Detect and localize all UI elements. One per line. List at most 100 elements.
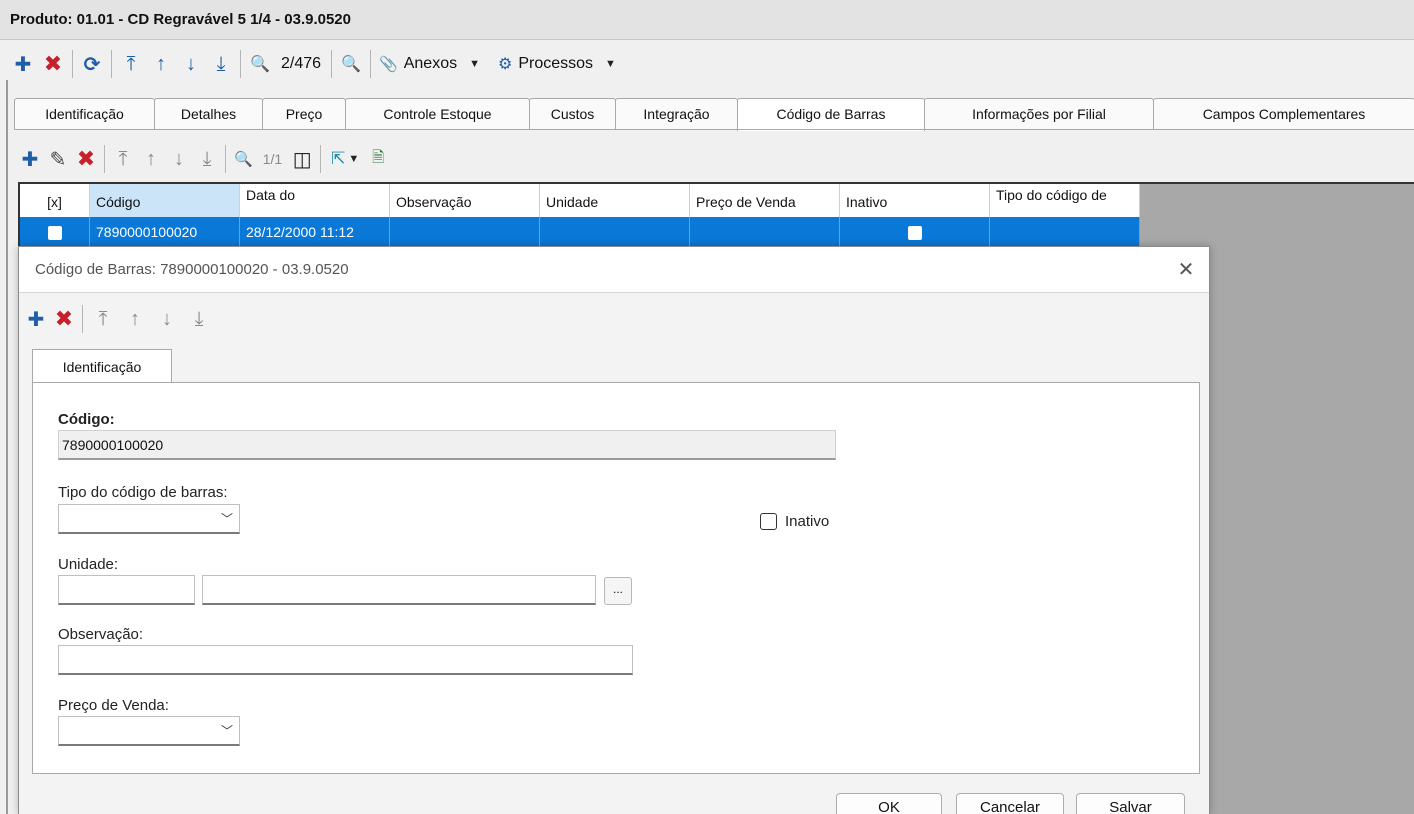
column-header-codigo[interactable]: Código xyxy=(90,184,240,217)
tab-preco[interactable]: Preço xyxy=(262,98,346,130)
cell-preco-venda xyxy=(690,217,840,248)
unidade-description-input[interactable] xyxy=(202,575,596,605)
chevron-down-icon: ﹀ xyxy=(220,724,233,738)
search-icon[interactable]: 🔍 xyxy=(230,144,257,174)
tab-integracao[interactable]: Integração xyxy=(615,98,738,130)
toolbar-separator xyxy=(111,50,112,78)
export-icon: ⇱ xyxy=(331,149,346,168)
dialog-title: Código de Barras: 7890000100020 - 03.9.0… xyxy=(19,247,1209,293)
observacao-input[interactable] xyxy=(58,645,633,675)
window-title: Produto: 01.01 - CD Regravável 5 1/4 - 0… xyxy=(0,0,1414,40)
column-header-unidade[interactable]: Unidade xyxy=(540,184,690,217)
columns-icon[interactable]: ◫ xyxy=(288,144,316,174)
tab-codigo-de-barras[interactable]: Código de Barras xyxy=(737,98,925,131)
barcode-toolbar: ✚ ✎ ✖ ⤒ ↑ ↓ ⤓ 🔍 1/1 ◫ ⇱ ▼ 🗎 xyxy=(16,140,391,178)
dialog-toolbar: ✚ ✖ ⤒ ↑ ↓ ⤓ xyxy=(22,302,215,336)
last-record-icon[interactable]: ⤓ xyxy=(183,304,215,334)
delete-icon[interactable]: ✖ xyxy=(72,144,100,174)
tab-controle-estoque[interactable]: Controle Estoque xyxy=(345,98,530,130)
toolbar-separator xyxy=(72,50,73,78)
save-button[interactable]: Salvar xyxy=(1076,793,1185,814)
row-select-cell[interactable] xyxy=(20,217,90,248)
refresh-icon[interactable]: ⟳ xyxy=(77,49,107,79)
first-record-icon[interactable]: ⤒ xyxy=(109,144,137,174)
export-menu[interactable]: ⇱ ▼ xyxy=(325,144,365,174)
toolbar-separator xyxy=(320,145,322,173)
inativo-checkbox-wrap[interactable]: Inativo xyxy=(760,513,829,530)
unidade-code-input[interactable] xyxy=(58,575,195,605)
add-icon[interactable]: ✚ xyxy=(22,304,50,334)
codigo-field[interactable]: 7890000100020 xyxy=(58,430,836,460)
column-header-tipo-codigo[interactable]: Tipo do código de xyxy=(990,184,1140,217)
add-icon[interactable]: ✚ xyxy=(16,144,44,174)
tab-informacoes-por-filial[interactable]: Informações por Filial xyxy=(924,98,1154,130)
gear-icon: ⚙ xyxy=(498,56,513,73)
column-header-observacao[interactable]: Observação xyxy=(390,184,540,217)
last-record-icon[interactable]: ⤓ xyxy=(193,144,221,174)
close-icon[interactable]: ✕ xyxy=(1175,259,1197,281)
unidade-label: Unidade: xyxy=(58,556,119,573)
toolbar-separator xyxy=(82,305,83,333)
chevron-down-icon: ▼ xyxy=(605,58,616,70)
next-record-icon[interactable]: ↓ xyxy=(176,49,206,79)
previous-record-icon[interactable]: ↑ xyxy=(146,49,176,79)
inativo-label: Inativo xyxy=(785,513,830,530)
chevron-down-icon: ﹀ xyxy=(220,512,233,526)
report-icon[interactable]: 🗎 xyxy=(365,144,391,174)
paperclip-icon: 📎 xyxy=(379,56,398,73)
preco-venda-label: Preço de Venda: xyxy=(58,697,169,714)
ok-button[interactable]: OK xyxy=(836,793,942,814)
codigo-label: Código: xyxy=(58,411,115,428)
tab-identificacao[interactable]: Identificação xyxy=(14,98,155,130)
grid-header: [x] Código Data do Observação Unidade Pr… xyxy=(20,184,1140,217)
tab-custos[interactable]: Custos xyxy=(529,98,616,130)
advanced-search-icon[interactable]: 🔍 xyxy=(336,49,366,79)
main-toolbar: ✚ ✖ ⟳ ⤒ ↑ ↓ ⤓ 🔍 2/476 🔍 📎 Anexos ▼ ⚙ Pro… xyxy=(8,44,620,84)
dialog-tab-identificacao[interactable]: Identificação xyxy=(32,349,172,383)
toolbar-separator xyxy=(240,50,241,78)
delete-icon[interactable]: ✖ xyxy=(38,49,68,79)
column-header-select[interactable]: [x] xyxy=(20,184,90,217)
tipo-codigo-label: Tipo do código de barras: xyxy=(58,484,228,501)
cell-codigo: 7890000100020 xyxy=(90,217,240,248)
inativo-checkbox[interactable] xyxy=(907,226,922,241)
edit-icon[interactable]: ✎ xyxy=(44,144,72,174)
chevron-down-icon: ▼ xyxy=(469,58,480,70)
tab-campos-complementares[interactable]: Campos Complementares xyxy=(1153,98,1414,130)
previous-record-icon[interactable]: ↑ xyxy=(119,304,151,334)
attachments-label: Anexos xyxy=(403,55,458,72)
unidade-lookup-button[interactable]: ... xyxy=(604,577,632,605)
cell-observacao xyxy=(390,217,540,248)
column-header-inativo[interactable]: Inativo xyxy=(840,184,990,217)
next-record-icon[interactable]: ↓ xyxy=(151,304,183,334)
cell-inativo xyxy=(840,217,990,248)
table-row[interactable]: 7890000100020 28/12/2000 11:12 xyxy=(20,217,1140,248)
tab-detalhes[interactable]: Detalhes xyxy=(154,98,263,130)
previous-record-icon[interactable]: ↑ xyxy=(137,144,165,174)
next-record-icon[interactable]: ↓ xyxy=(165,144,193,174)
cell-unidade xyxy=(540,217,690,248)
inativo-checkbox[interactable] xyxy=(760,513,777,530)
observacao-label: Observação: xyxy=(58,626,144,643)
first-record-icon[interactable]: ⤒ xyxy=(87,304,119,334)
first-record-icon[interactable]: ⤒ xyxy=(116,49,146,79)
cell-data: 28/12/2000 11:12 xyxy=(240,217,390,248)
column-header-preco-venda[interactable]: Preço de Venda xyxy=(690,184,840,217)
column-header-data[interactable]: Data do xyxy=(240,184,390,217)
add-icon[interactable]: ✚ xyxy=(8,49,38,79)
last-record-icon[interactable]: ⤓ xyxy=(206,49,236,79)
processes-menu[interactable]: ⚙ Processos ▼ xyxy=(494,49,620,79)
tabs-divider xyxy=(14,129,1414,130)
preco-venda-select[interactable]: ﹀ xyxy=(58,716,240,746)
tipo-codigo-select[interactable]: ﹀ xyxy=(58,504,240,534)
attachments-menu[interactable]: 📎 Anexos ▼ xyxy=(375,49,484,79)
row-select-checkbox[interactable] xyxy=(47,226,62,241)
processes-label: Processos xyxy=(518,55,594,72)
record-counter: 2/476 xyxy=(281,55,322,72)
main-tabs: Identificação Detalhes Preço Controle Es… xyxy=(14,98,1414,131)
cancel-button[interactable]: Cancelar xyxy=(956,793,1064,814)
toolbar-separator xyxy=(225,145,226,173)
delete-icon[interactable]: ✖ xyxy=(50,304,78,334)
search-icon[interactable]: 🔍 xyxy=(245,49,275,79)
toolbar-separator xyxy=(104,145,105,173)
